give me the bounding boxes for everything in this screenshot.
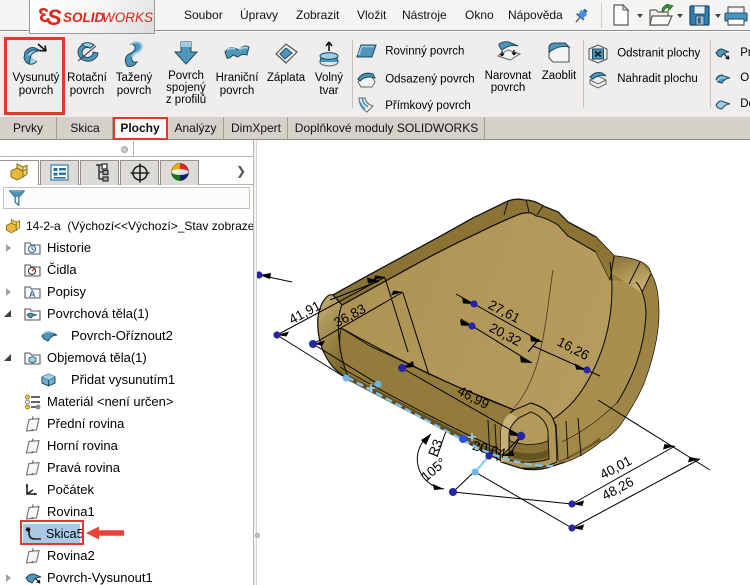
- svg-text:A: A: [29, 289, 36, 299]
- svg-text:105°: 105°: [418, 455, 449, 484]
- svg-text:SOLID: SOLID: [63, 10, 105, 25]
- svg-text:S: S: [47, 5, 62, 30]
- svg-text:WORKS: WORKS: [102, 10, 153, 25]
